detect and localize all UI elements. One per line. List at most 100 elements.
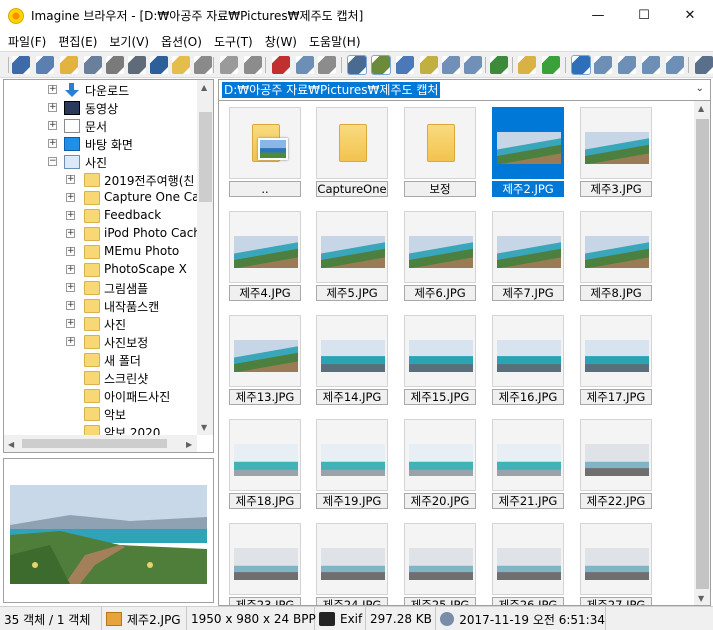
image-thumbnail[interactable]: 제주26.JPG — [492, 523, 566, 605]
tree-item[interactable]: + 그림샘플 — [4, 279, 204, 297]
expand-icon[interactable]: + — [66, 337, 75, 346]
expand-icon[interactable]: + — [66, 247, 75, 256]
tree-scroll-down-icon[interactable]: ▼ — [201, 423, 207, 432]
large-icons-view-icon[interactable] — [594, 56, 612, 74]
image-thumbnail[interactable]: 제주20.JPG — [404, 419, 478, 509]
path-dropdown-icon[interactable]: ⌄ — [696, 83, 704, 94]
tree-scroll-up-icon[interactable]: ▲ — [201, 83, 207, 92]
path-bar[interactable]: D:₩아공주 자료₩Pictures₩제주도 캡처 ⌄ — [218, 79, 711, 101]
tree-item[interactable]: − 사진 — [4, 153, 204, 171]
save-icon[interactable] — [84, 56, 102, 74]
grid-vertical-scroll-thumb[interactable] — [696, 119, 709, 589]
cut-icon[interactable] — [272, 56, 290, 74]
image-thumbnail[interactable]: 제주13.JPG — [229, 315, 303, 405]
expand-icon[interactable]: + — [48, 85, 57, 94]
image-thumbnail[interactable]: 제주22.JPG — [580, 419, 654, 509]
open-folder-icon[interactable] — [60, 56, 78, 74]
collapse-icon[interactable]: − — [48, 157, 57, 166]
tag-icon[interactable] — [420, 56, 438, 74]
tree-scroll-left-icon[interactable]: ◀ — [8, 440, 14, 449]
menu-window[interactable]: 창(W) — [259, 33, 303, 50]
new-folder-icon[interactable] — [172, 56, 190, 74]
folder-thumbnail[interactable]: 보정 — [404, 107, 478, 197]
image-thumbnail[interactable]: 제주27.JPG — [580, 523, 654, 605]
menu-file[interactable]: 파일(F) — [2, 33, 52, 50]
timer-icon[interactable] — [396, 56, 414, 74]
tree-item[interactable]: + iPod Photo Cach — [4, 225, 204, 243]
grid-scroll-down-icon[interactable]: ▼ — [698, 594, 704, 603]
tree-horizontal-scroll-thumb[interactable] — [22, 439, 167, 448]
up-folder-icon[interactable] — [518, 56, 536, 74]
expand-icon[interactable]: + — [66, 301, 75, 310]
columns-view-icon[interactable] — [666, 56, 684, 74]
info-icon[interactable] — [150, 56, 168, 74]
image-thumbnail[interactable]: 제주18.JPG — [229, 419, 303, 509]
image-thumbnail[interactable]: 제주6.JPG — [404, 211, 478, 301]
expand-icon[interactable]: + — [66, 193, 75, 202]
expand-icon[interactable]: + — [48, 121, 57, 130]
tree-item[interactable]: + 바탕 화면 — [4, 135, 204, 153]
image-thumbnail[interactable]: 제주25.JPG — [404, 523, 478, 605]
expand-icon[interactable]: + — [66, 211, 75, 220]
clipboard-icon[interactable] — [220, 56, 238, 74]
maximize-button[interactable]: ☐ — [621, 0, 667, 31]
image-thumbnail[interactable]: 제주23.JPG — [229, 523, 303, 605]
tree-vertical-scroll-thumb[interactable] — [199, 112, 212, 202]
print-icon[interactable] — [106, 56, 124, 74]
tree-item[interactable]: 스크린샷 — [4, 369, 204, 387]
tree-item[interactable]: 악보 — [4, 405, 204, 423]
refresh-icon[interactable] — [542, 56, 560, 74]
tools-icon[interactable] — [695, 56, 713, 74]
image-thumbnail[interactable]: 제주4.JPG — [229, 211, 303, 301]
list-icon[interactable] — [464, 56, 482, 74]
details-view-icon[interactable] — [642, 56, 660, 74]
tree-item[interactable]: + 문서 — [4, 117, 204, 135]
tree-item[interactable]: 새 폴더 — [4, 351, 204, 369]
filmstrip-icon[interactable] — [347, 55, 367, 75]
thumbnail-grid[interactable]: 제주27.JPG 제주26.JPG 제주25.JPG 제주24.JPG 제주23.JPG… — [218, 101, 711, 606]
view-window-icon[interactable] — [36, 56, 54, 74]
paste-icon[interactable] — [318, 56, 336, 74]
tree-item[interactable]: + Feedback — [4, 207, 204, 225]
image-thumbnail[interactable]: 제주16.JPG — [492, 315, 566, 405]
image-thumbnail[interactable]: 제주17.JPG — [580, 315, 654, 405]
path-text[interactable]: D:₩아공주 자료₩Pictures₩제주도 캡처 — [222, 82, 441, 98]
expand-icon[interactable]: + — [66, 283, 75, 292]
tree-item[interactable]: +2019전주여행(친 — [4, 171, 204, 189]
tree-item[interactable]: + PhotoScape X — [4, 261, 204, 279]
image-thumbnail[interactable]: 제주7.JPG — [492, 211, 566, 301]
image-thumbnail[interactable]: 제주21.JPG — [492, 419, 566, 509]
grid-scroll-up-icon[interactable]: ▲ — [698, 104, 704, 113]
tree-item[interactable]: + 동영상 — [4, 99, 204, 117]
expand-icon[interactable]: + — [66, 319, 75, 328]
menu-help[interactable]: 도움말(H) — [303, 33, 367, 50]
expand-icon[interactable]: + — [48, 103, 57, 112]
tree-scroll-right-icon[interactable]: ▶ — [186, 440, 192, 449]
expand-icon[interactable]: + — [48, 139, 57, 148]
grid-icon[interactable] — [442, 56, 460, 74]
tree-item[interactable]: + 다운로드 — [4, 81, 204, 99]
expand-icon[interactable]: + — [66, 229, 75, 238]
minimize-button[interactable]: — — [575, 0, 621, 31]
folder-tree[interactable]: 악보 2020 악보 아이패드사진 스크린샷 새 폴더 + 사진보정 + 사진 + 내작품스캔 + 그림… — [3, 79, 214, 453]
menu-options[interactable]: 옵션(O) — [155, 33, 208, 50]
sort-icon[interactable] — [371, 55, 391, 75]
settings-icon[interactable] — [244, 56, 262, 74]
tree-item[interactable]: + 내작품스캔 — [4, 297, 204, 315]
scan-icon[interactable] — [128, 56, 146, 74]
copy-icon[interactable] — [296, 56, 314, 74]
thumbnails-view-icon[interactable] — [571, 55, 591, 75]
expand-icon[interactable]: + — [66, 265, 75, 274]
menu-tools[interactable]: 도구(T) — [208, 33, 259, 50]
eye-icon[interactable] — [12, 56, 30, 74]
image-thumbnail[interactable]: 제주15.JPG — [404, 315, 478, 405]
image-thumbnail[interactable]: 제주5.JPG — [316, 211, 390, 301]
folder-thumbnail[interactable]: .. — [229, 107, 303, 197]
image-thumbnail[interactable]: 제주2.JPG — [492, 107, 566, 197]
tree-item[interactable]: 아이패드사진 — [4, 387, 204, 405]
image-thumbnail[interactable]: 제주19.JPG — [316, 419, 390, 509]
tree-item[interactable]: + 사진 — [4, 315, 204, 333]
status-exif[interactable]: Exif — [315, 607, 366, 630]
menu-edit[interactable]: 편집(E) — [52, 33, 103, 50]
rename-icon[interactable] — [194, 56, 212, 74]
